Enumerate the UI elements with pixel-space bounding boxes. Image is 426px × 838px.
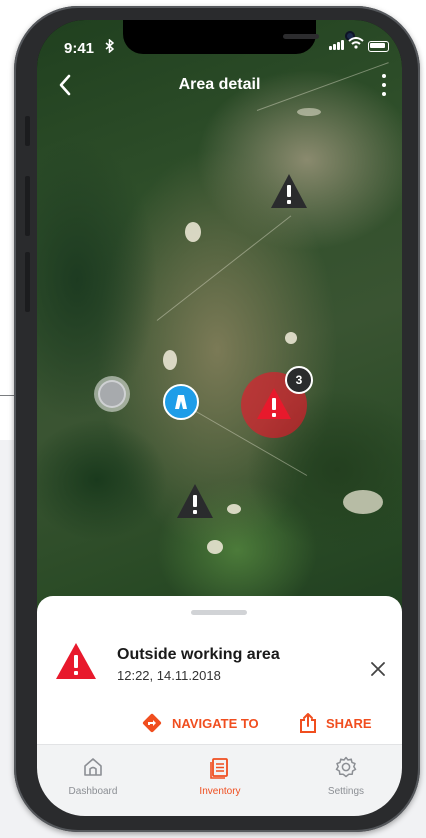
battery-icon xyxy=(368,41,389,52)
notch xyxy=(123,20,355,54)
robot-a-icon xyxy=(175,395,187,409)
selected-point-marker[interactable] xyxy=(94,376,130,412)
page-title: Area detail xyxy=(178,76,261,93)
machine-location-marker[interactable] xyxy=(163,384,199,420)
share-label: SHARE xyxy=(326,715,372,731)
volume-up-button xyxy=(25,176,30,236)
map-cart-path xyxy=(297,108,321,116)
home-icon xyxy=(84,758,102,776)
alert-detail-sheet: Outside working area 12:22, 14.11.2018 N… xyxy=(37,596,402,744)
map-bunker xyxy=(207,540,223,554)
warning-marker[interactable] xyxy=(175,482,215,520)
bluetooth-icon xyxy=(105,38,115,56)
map-bunker xyxy=(163,350,177,370)
navigate-to-button[interactable]: NAVIGATE TO xyxy=(141,712,259,734)
alert-cluster-marker[interactable]: 3 xyxy=(241,366,313,438)
status-time: 9:41 xyxy=(64,40,95,57)
wifi-icon xyxy=(348,37,364,49)
alert-title: Outside working area xyxy=(117,646,280,663)
inventory-icon xyxy=(210,758,228,779)
map-bunker xyxy=(185,222,201,242)
more-options-icon[interactable] xyxy=(380,74,388,96)
tab-settings[interactable]: Settings xyxy=(296,755,396,797)
map-bunker xyxy=(227,504,241,514)
warning-icon xyxy=(177,484,213,518)
warning-icon xyxy=(271,174,307,208)
map-bunker xyxy=(343,490,383,514)
sheet-drag-handle[interactable] xyxy=(191,610,247,615)
phone-screen: 3 9:41 Area detail Outside working area … xyxy=(37,20,402,816)
tab-settings-label: Settings xyxy=(327,786,365,797)
navigate-to-label: NAVIGATE TO xyxy=(172,715,259,731)
directions-icon xyxy=(142,713,162,733)
share-icon xyxy=(300,713,316,733)
satellite-map[interactable]: 3 xyxy=(37,20,402,640)
tab-inventory-label: Inventory xyxy=(199,786,241,797)
speaker xyxy=(283,34,319,39)
volume-down-button xyxy=(25,252,30,312)
status-bar: 9:41 xyxy=(37,20,402,66)
alert-warning-icon xyxy=(56,643,96,679)
cellular-signal-icon xyxy=(329,40,344,50)
close-icon[interactable] xyxy=(369,660,387,678)
map-bunker xyxy=(285,332,297,344)
warning-marker[interactable] xyxy=(269,172,309,210)
share-button[interactable]: SHARE xyxy=(299,712,372,734)
cluster-count-badge: 3 xyxy=(285,366,313,394)
tab-inventory[interactable]: Inventory xyxy=(170,755,270,797)
alert-timestamp: 12:22, 14.11.2018 xyxy=(117,668,221,683)
tab-dashboard[interactable]: Dashboard xyxy=(43,755,143,797)
tab-dashboard-label: Dashboard xyxy=(68,786,118,797)
bottom-tab-bar: Dashboard Inventory Settings xyxy=(37,744,402,816)
app-header: Area detail xyxy=(37,66,402,106)
mute-switch xyxy=(25,116,30,146)
gear-icon xyxy=(335,756,357,778)
map-mow-line xyxy=(156,215,292,321)
